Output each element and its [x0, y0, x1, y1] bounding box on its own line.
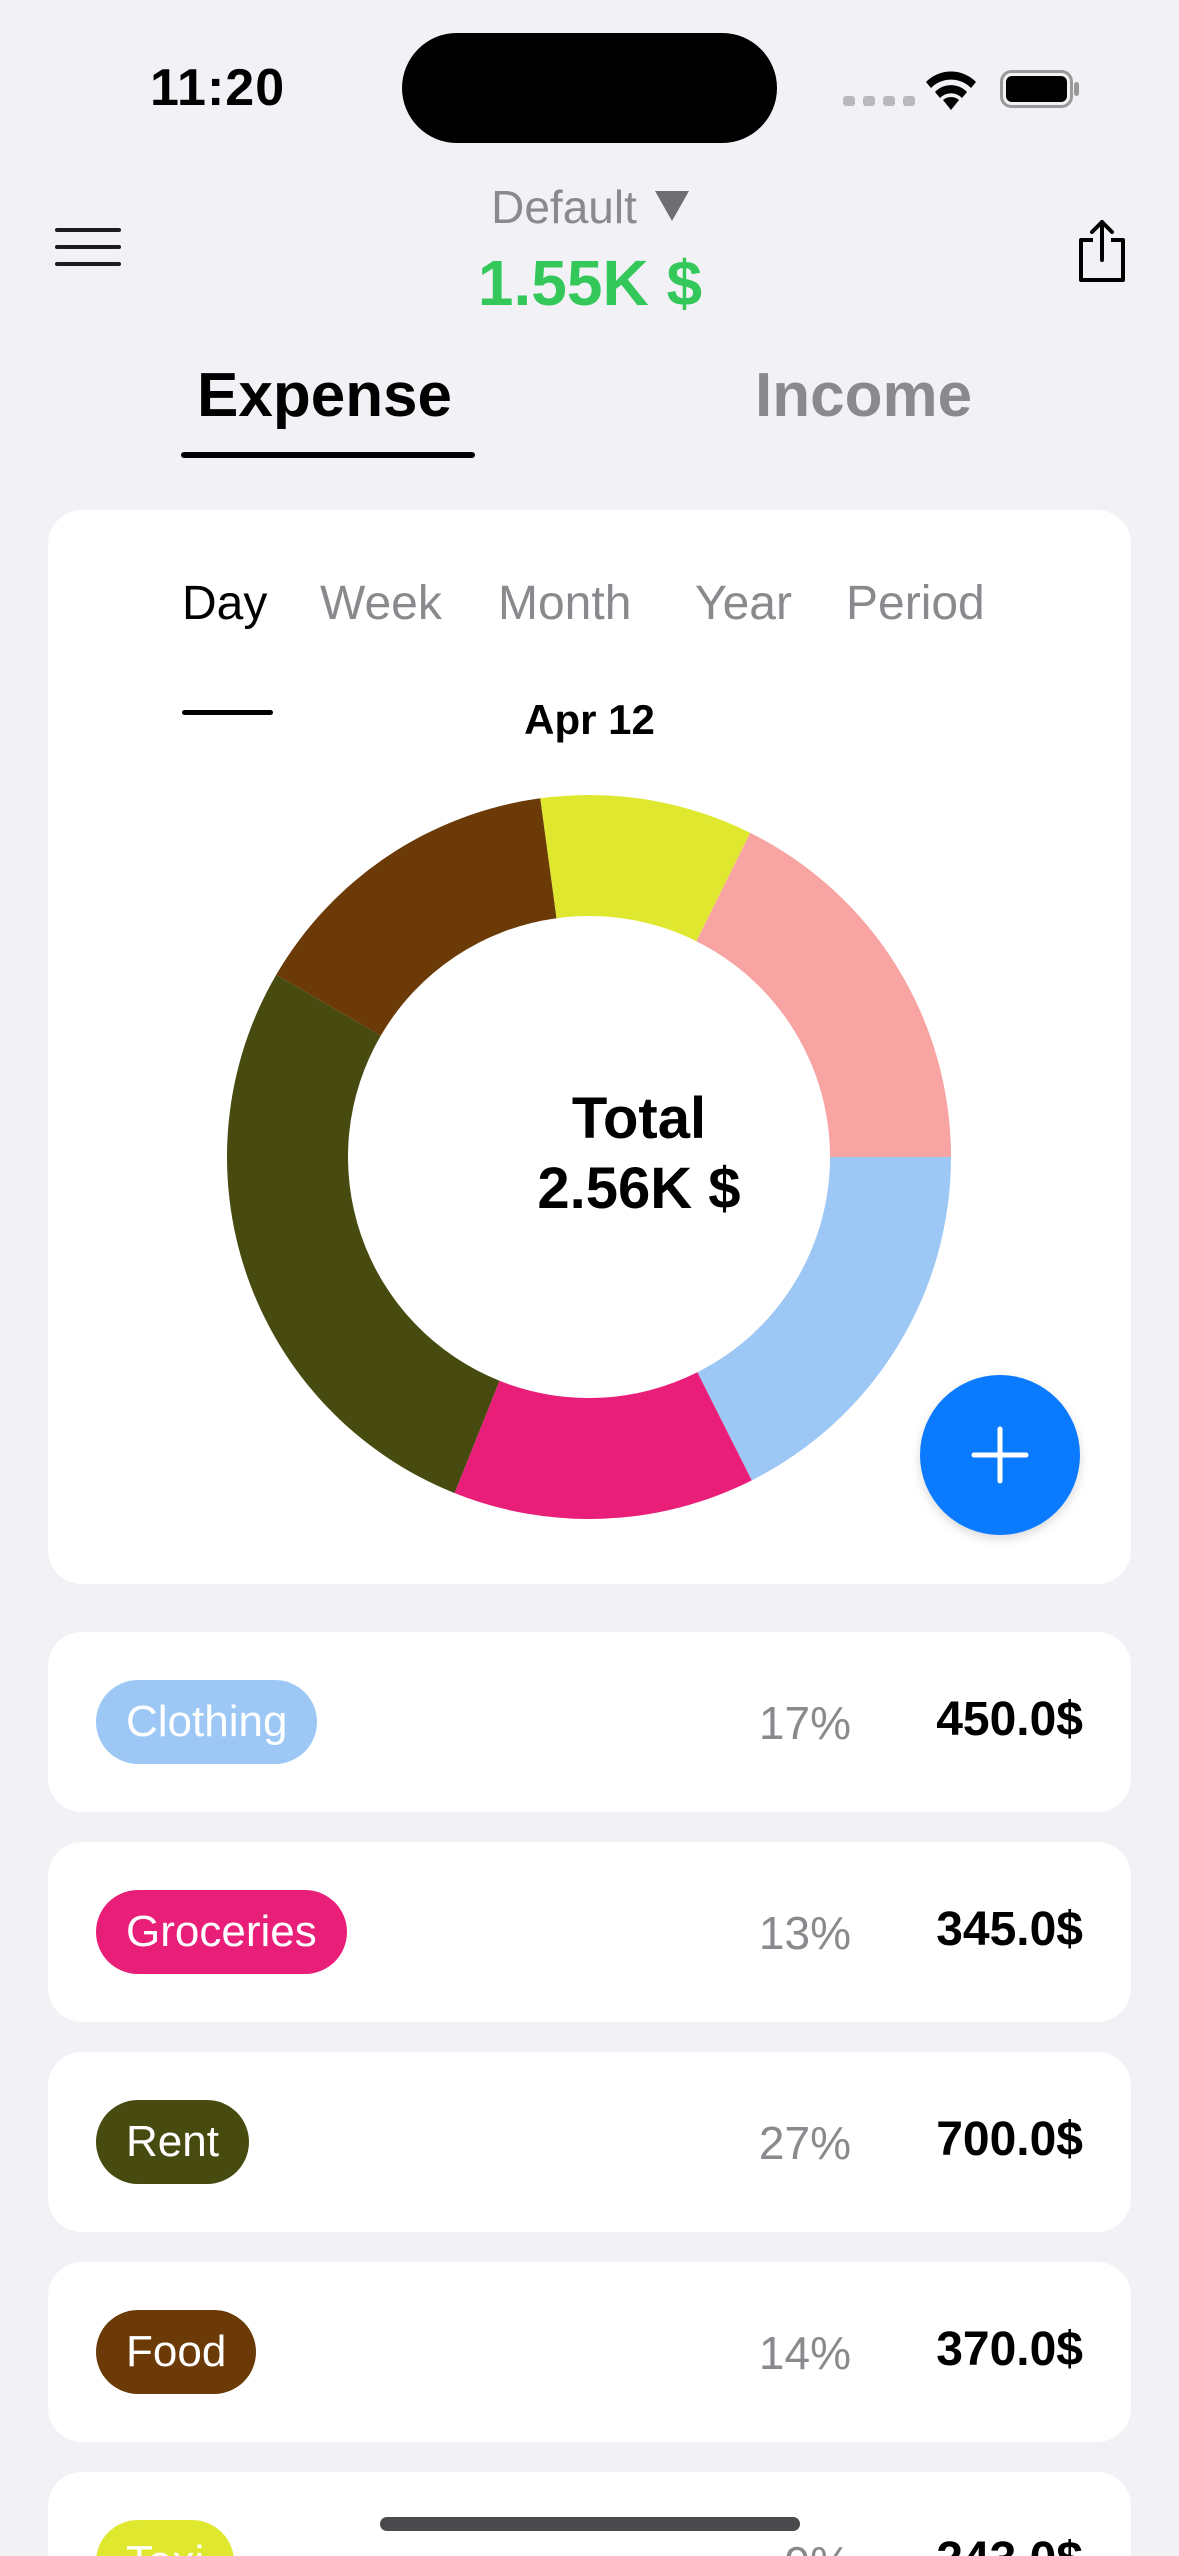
category-percent: 14%: [758, 2327, 851, 2379]
hamburger-menu-icon[interactable]: [55, 228, 121, 274]
category-row[interactable]: Rent 27% 700.0$: [48, 2052, 1131, 2232]
share-icon[interactable]: [1075, 218, 1129, 284]
category-pill: Groceries: [96, 1890, 347, 1974]
plus-icon: [971, 1426, 1029, 1484]
account-name: Default: [491, 181, 637, 233]
donut-slice-rent[interactable]: [226, 974, 500, 1494]
account-selector[interactable]: Default 1.55K $: [380, 180, 800, 320]
status-bar: 11:20: [0, 0, 1179, 180]
category-row[interactable]: Groceries 13% 345.0$: [48, 1842, 1131, 2022]
wifi-icon: [926, 71, 976, 110]
dynamic-island: [402, 33, 777, 143]
cellular-signal-icon: [843, 96, 915, 106]
category-percent: 27%: [758, 2117, 851, 2169]
status-time: 11:20: [150, 59, 286, 117]
nav-header: Default 1.55K $: [0, 180, 1179, 330]
category-pill: Taxi: [96, 2520, 235, 2556]
category-percent: 9%: [701, 2536, 851, 2556]
total-label: Total: [571, 1086, 707, 1151]
active-tab-underline: [181, 452, 475, 458]
total-value: 2.56K $: [537, 1156, 741, 1221]
category-amount: 450.0$: [936, 1693, 1083, 1746]
category-pill: Clothing: [96, 1680, 318, 1764]
donut-slice-groceries[interactable]: [454, 1372, 752, 1519]
category-amount: 700.0$: [936, 2113, 1083, 2166]
tab-expense[interactable]: Expense: [197, 360, 452, 431]
category-row[interactable]: Food 14% 370.0$: [48, 2262, 1131, 2442]
category-amount: 370.0$: [936, 2323, 1083, 2376]
category-amount: 345.0$: [936, 1903, 1083, 1956]
category-percent: 13%: [758, 1907, 851, 1959]
add-transaction-button[interactable]: [920, 1375, 1080, 1535]
category-percent: 17%: [758, 1697, 851, 1749]
category-pill: Rent: [96, 2100, 249, 2184]
category-amount: 243.0$: [936, 2532, 1083, 2556]
battery-icon: [1000, 70, 1079, 108]
home-indicator: [380, 2517, 800, 2531]
dropdown-triangle-icon: [654, 191, 689, 221]
type-tabs: Expense Income: [0, 360, 1179, 460]
category-row[interactable]: Taxi 9% 243.0$: [48, 2472, 1131, 2556]
category-row[interactable]: Clothing 17% 450.0$: [48, 1632, 1131, 1812]
tab-income[interactable]: Income: [755, 360, 972, 431]
category-pill: Food: [96, 2310, 257, 2394]
account-balance: 1.55K $: [477, 247, 703, 319]
